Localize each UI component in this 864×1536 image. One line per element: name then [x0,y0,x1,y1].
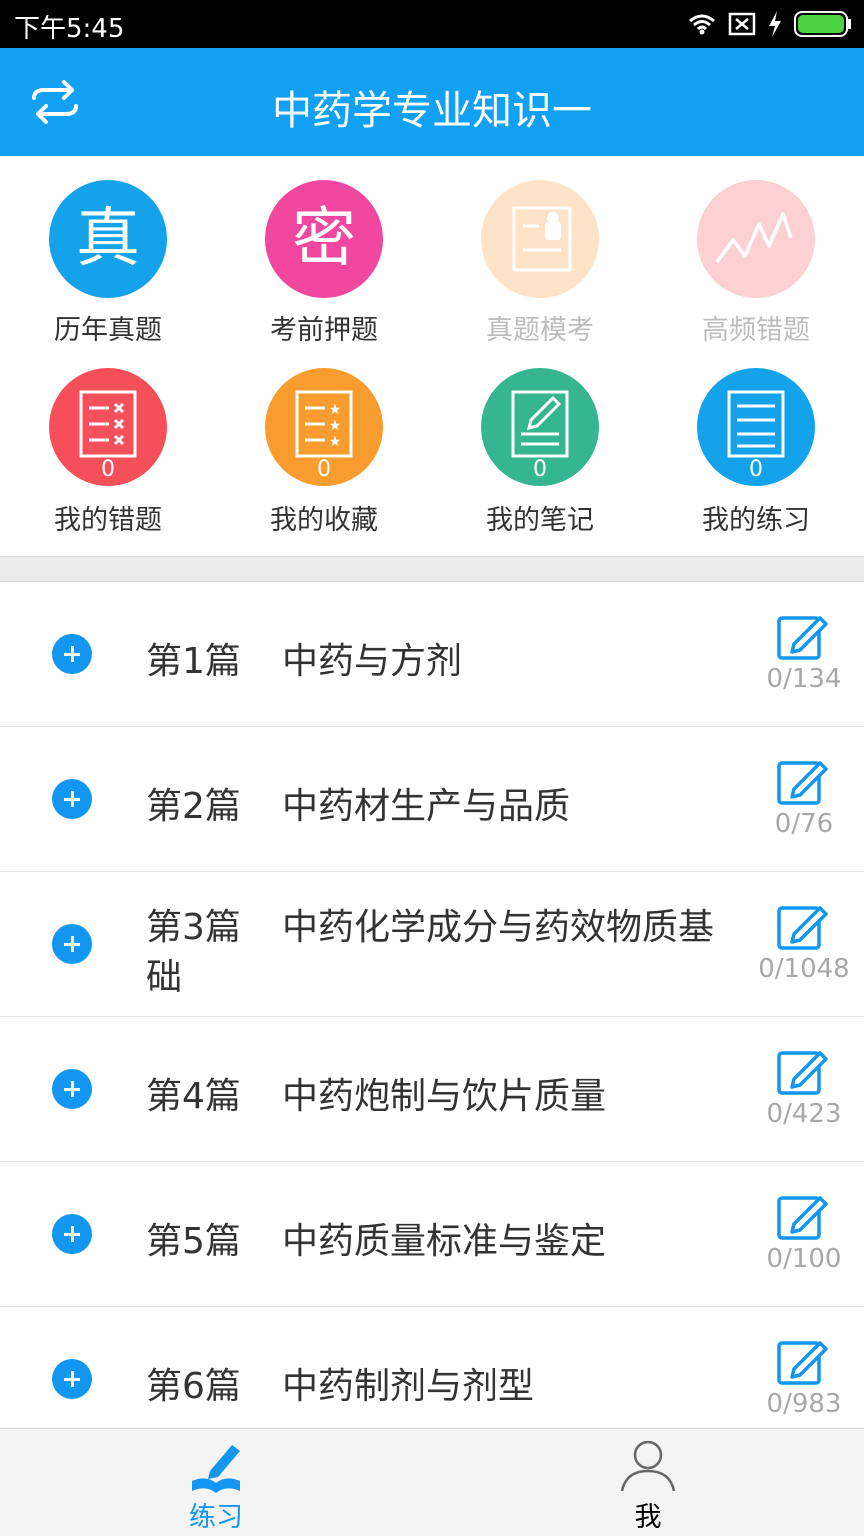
chapter-number: 第2篇 [146,786,241,827]
practice-book-icon: 0 [697,368,815,486]
svg-text:★: ★ [329,434,342,450]
expand-plus-icon[interactable] [52,634,92,674]
chapter-number: 第1篇 [146,641,241,682]
practice-pencil-book-icon [192,1445,240,1493]
mock-exam-label: 真题模考 [486,315,594,346]
chapter-number: 第5篇 [146,1221,241,1262]
status-time: 下午5:45 [14,14,125,44]
chapter-number: 第3篇 [146,907,241,948]
nav-me[interactable]: 我 [432,1429,864,1536]
chapter-progress: 0/423 [766,1099,842,1129]
my-favorites-tile[interactable]: ★ ★ ★ 0 我的收藏 [216,356,432,544]
frequent-mistakes-tile[interactable]: 高频错题 [648,156,864,346]
chapter-progress: 0/1048 [758,954,850,984]
chapter-name: 中药化学成分与药效物质基 [282,907,715,948]
my-notes-count: 0 [533,457,547,482]
past-exams-icon: 真 [49,180,167,298]
chapter-progress: 0/983 [766,1389,842,1419]
edit-icon[interactable] [776,755,828,805]
chapter-progress: 0/76 [774,809,834,839]
sim-off-icon [728,12,756,36]
my-practice-label: 我的练习 [702,505,810,536]
my-practice-count: 0 [749,457,763,482]
predicted-questions-glyph: 密 [292,202,356,276]
edit-icon[interactable] [776,610,828,660]
chapter-name: 中药制剂与剂型 [282,1366,535,1407]
charging-icon [769,11,781,37]
svg-text:★: ★ [329,402,342,418]
my-favorites-count: 0 [317,457,331,482]
app-header: 中药学专业知识一 [0,48,864,156]
my-favorites-label: 我的收藏 [270,505,378,536]
chapter-name: 中药材生产与品质 [282,786,571,827]
my-practice-tile[interactable]: 0 我的练习 [648,356,864,544]
feature-grid: 真 历年真题 密 考前押题 真题模考 高频错题 0 我的错题 ★ ★ ★ 0 我… [0,156,864,556]
svg-text:★: ★ [329,418,342,434]
my-mistakes-label: 我的错题 [54,505,162,536]
wifi-icon [689,14,715,35]
battery-icon [794,11,851,37]
mistake-list-icon: 0 [49,368,167,486]
chapter-name: 中药质量标准与鉴定 [282,1221,607,1262]
nav-practice[interactable]: 练习 [0,1429,432,1536]
mock-exam-icon [481,180,599,298]
my-mistakes-tile[interactable]: 0 我的错题 [0,356,216,544]
chapter-progress: 0/134 [766,664,842,694]
mock-exam-tile[interactable]: 真题模考 [432,156,648,346]
my-notes-tile[interactable]: 0 我的笔记 [432,356,648,544]
bottom-nav: 练习 我 [0,1428,864,1536]
edit-icon[interactable] [776,1045,828,1095]
frequent-mistakes-label: 高频错题 [702,315,810,346]
edit-icon[interactable] [776,1190,828,1240]
chapter-row[interactable]: 第1篇 中药与方剂 0/134 [0,582,864,727]
edit-icon[interactable] [776,900,828,950]
status-icons [688,10,852,38]
chapter-name: 中药炮制与饮片质量 [282,1076,607,1117]
expand-plus-icon[interactable] [52,1214,92,1254]
status-bar: 下午5:45 [0,0,864,48]
expand-plus-icon[interactable] [52,1359,92,1399]
chapter-list[interactable]: 第1篇 中药与方剂 0/134 第2篇 中药材生产与品质 0/76 第3篇 中药… [0,582,864,1428]
trend-chart-icon [697,180,815,298]
expand-plus-icon[interactable] [52,924,92,964]
past-exams-tile[interactable]: 真 历年真题 [0,156,216,346]
chapter-name-continued: 础 [146,957,183,998]
chapter-name: 中药与方剂 [282,641,463,682]
expand-plus-icon[interactable] [52,779,92,819]
past-exams-label: 历年真题 [54,315,162,346]
expand-plus-icon[interactable] [52,1069,92,1109]
chapter-progress: 0/100 [766,1244,842,1274]
predicted-questions-tile[interactable]: 密 考前押题 [216,156,432,346]
notes-edit-icon: 0 [481,368,599,486]
chapter-row[interactable]: 第3篇 中药化学成分与药效物质基 础 0/1048 [0,872,864,1017]
chapter-number: 第4篇 [146,1076,241,1117]
my-mistakes-count: 0 [101,457,115,482]
favorites-list-icon: ★ ★ ★ 0 [265,368,383,486]
section-divider [0,556,864,582]
page-title: 中药学专业知识一 [272,88,592,134]
chapter-row[interactable]: 第5篇 中药质量标准与鉴定 0/100 [0,1162,864,1307]
person-icon [620,1440,676,1492]
my-notes-label: 我的笔记 [486,505,594,536]
past-exams-glyph: 真 [76,202,140,276]
nav-me-label: 我 [634,1502,662,1533]
nav-practice-label: 练习 [189,1502,243,1533]
chapter-row[interactable]: 第2篇 中药材生产与品质 0/76 [0,727,864,872]
predicted-questions-label: 考前押题 [270,315,378,346]
predicted-questions-icon: 密 [265,180,383,298]
chapter-row[interactable]: 第6篇 中药制剂与剂型 0/983 [0,1307,864,1428]
chapter-row[interactable]: 第4篇 中药炮制与饮片质量 0/423 [0,1017,864,1162]
edit-icon[interactable] [776,1335,828,1385]
chapter-number: 第6篇 [146,1366,241,1407]
